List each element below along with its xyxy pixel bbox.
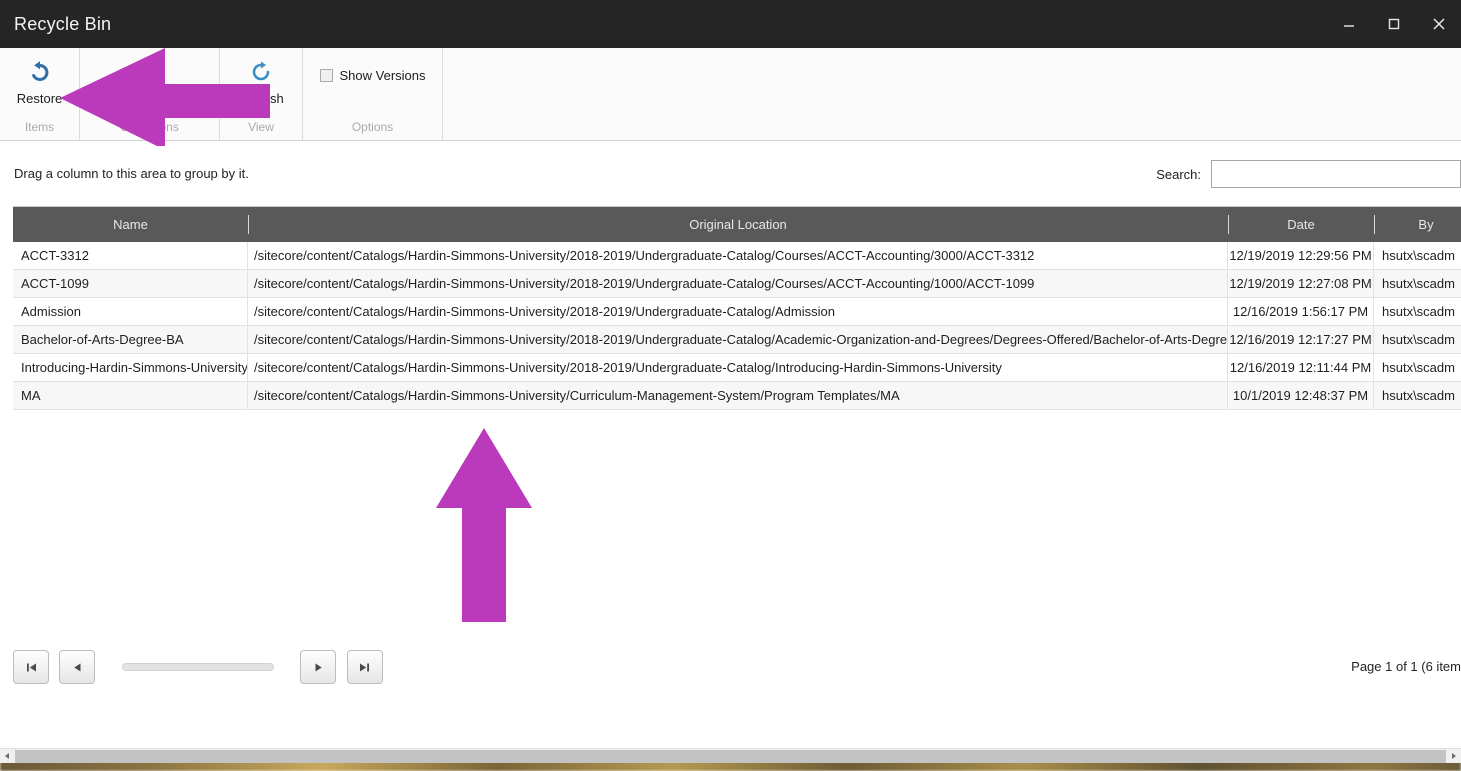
search-label: Search: — [1156, 166, 1201, 182]
column-header-name[interactable]: Name — [13, 207, 248, 242]
close-button[interactable] — [1416, 0, 1461, 48]
cell-date: 12/19/2019 12:27:08 PM — [1228, 270, 1374, 297]
cell-date: 10/1/2019 12:48:37 PM — [1228, 382, 1374, 409]
title-bar: Recycle Bin — [0, 0, 1461, 48]
page-info-label: Page 1 of 1 (6 item — [1351, 659, 1461, 674]
ribbon-toolbar: Restore Items Delete Operations Refresh … — [0, 48, 1461, 141]
arrow-pointing-up-at-grid — [432, 428, 536, 622]
column-header-by[interactable]: By — [1374, 207, 1461, 242]
column-header-date[interactable]: Date — [1228, 207, 1374, 242]
maximize-button[interactable] — [1371, 0, 1416, 48]
ribbon-group-view: Refresh View — [220, 48, 303, 140]
cell-by: hsutx\scadm — [1374, 270, 1461, 297]
first-page-button[interactable] — [13, 650, 49, 684]
next-page-button[interactable] — [300, 650, 337, 684]
recycle-bin-grid: Name Original Location Date By ACCT-3312… — [13, 206, 1461, 410]
cell-by: hsutx\scadm — [1374, 354, 1461, 381]
delete-button[interactable]: Delete — [122, 54, 178, 106]
table-row[interactable]: Bachelor-of-Arts-Degree-BA /sitecore/con… — [13, 326, 1461, 354]
delete-label: Delete — [130, 91, 169, 106]
grid-toolbar: Drag a column to this area to group by i… — [0, 141, 1461, 206]
refresh-icon — [249, 57, 273, 87]
scroll-left-arrow-icon[interactable] — [0, 749, 14, 764]
restore-button[interactable]: Restore — [11, 54, 69, 106]
cell-by: hsutx\scadm — [1374, 382, 1461, 409]
show-versions-checkbox[interactable]: Show Versions — [319, 54, 426, 83]
ribbon-group-view-label: View — [248, 120, 274, 134]
restore-icon — [27, 57, 53, 87]
cell-location: /sitecore/content/Catalogs/Hardin-Simmon… — [248, 326, 1228, 353]
table-row[interactable]: Introducing-Hardin-Simmons-University /s… — [13, 354, 1461, 382]
cell-date: 12/16/2019 1:56:17 PM — [1228, 298, 1374, 325]
ribbon-group-options-label: Options — [351, 120, 394, 134]
previous-page-button[interactable] — [59, 650, 96, 684]
minimize-button[interactable] — [1326, 0, 1371, 48]
cell-name: Introducing-Hardin-Simmons-University — [13, 354, 248, 381]
delete-icon — [138, 57, 162, 87]
checkbox-box-icon — [319, 69, 333, 82]
refresh-button[interactable]: Refresh — [232, 54, 290, 106]
refresh-label: Refresh — [238, 91, 284, 106]
show-versions-label: Show Versions — [339, 68, 426, 83]
cell-by: hsutx\scadm — [1374, 298, 1461, 325]
cell-location: /sitecore/content/Catalogs/Hardin-Simmon… — [248, 298, 1228, 325]
scrollbar-thumb[interactable] — [15, 749, 1446, 763]
restore-label: Restore — [16, 91, 63, 106]
cell-location: /sitecore/content/Catalogs/Hardin-Simmon… — [248, 242, 1228, 269]
cell-by: hsutx\scadm — [1374, 326, 1461, 353]
ribbon-group-items-label: Items — [24, 120, 55, 134]
ribbon-group-options: Show Versions Options — [303, 48, 443, 140]
column-header-location[interactable]: Original Location — [248, 207, 1228, 242]
window-title: Recycle Bin — [14, 13, 112, 34]
pager: Page 1 of 1 (6 item — [13, 650, 1461, 690]
cell-name: Admission — [13, 298, 248, 325]
cell-location: /sitecore/content/Catalogs/Hardin-Simmon… — [248, 354, 1228, 381]
last-page-button[interactable] — [346, 650, 383, 684]
table-row[interactable]: MA /sitecore/content/Catalogs/Hardin-Sim… — [13, 382, 1461, 410]
cell-location: /sitecore/content/Catalogs/Hardin-Simmon… — [248, 270, 1228, 297]
grid-header-row: Name Original Location Date By — [13, 207, 1461, 242]
cell-date: 12/19/2019 12:29:56 PM — [1228, 242, 1374, 269]
cell-date: 12/16/2019 12:17:27 PM — [1228, 326, 1374, 353]
cell-location: /sitecore/content/Catalogs/Hardin-Simmon… — [248, 382, 1228, 409]
ribbon-empty-area — [443, 48, 1461, 140]
group-by-hint[interactable]: Drag a column to this area to group by i… — [14, 166, 249, 181]
table-row[interactable]: Admission /sitecore/content/Catalogs/Har… — [13, 298, 1461, 326]
scroll-right-arrow-icon[interactable] — [1447, 749, 1461, 764]
table-row[interactable]: ACCT-3312 /sitecore/content/Catalogs/Har… — [13, 242, 1461, 270]
cell-name: ACCT-3312 — [13, 242, 248, 269]
cell-name: Bachelor-of-Arts-Degree-BA — [13, 326, 248, 353]
ribbon-group-items: Restore Items — [0, 48, 80, 140]
recycle-bin-window: Recycle Bin Restore Items Delete Operati… — [0, 0, 1461, 771]
ribbon-group-operations: Delete Operations — [80, 48, 220, 140]
horizontal-scrollbar[interactable] — [0, 748, 1461, 763]
cell-name: ACCT-1099 — [13, 270, 248, 297]
cell-name: MA — [13, 382, 248, 409]
table-row[interactable]: ACCT-1099 /sitecore/content/Catalogs/Har… — [13, 270, 1461, 298]
pager-slider-track[interactable] — [121, 663, 274, 671]
search-area: Search: — [1156, 160, 1461, 188]
cell-by: hsutx\scadm — [1374, 242, 1461, 269]
window-controls — [1326, 0, 1461, 48]
ribbon-group-operations-label: Operations — [120, 120, 179, 134]
cell-date: 12/16/2019 12:11:44 PM — [1228, 354, 1374, 381]
search-input[interactable] — [1211, 160, 1461, 188]
